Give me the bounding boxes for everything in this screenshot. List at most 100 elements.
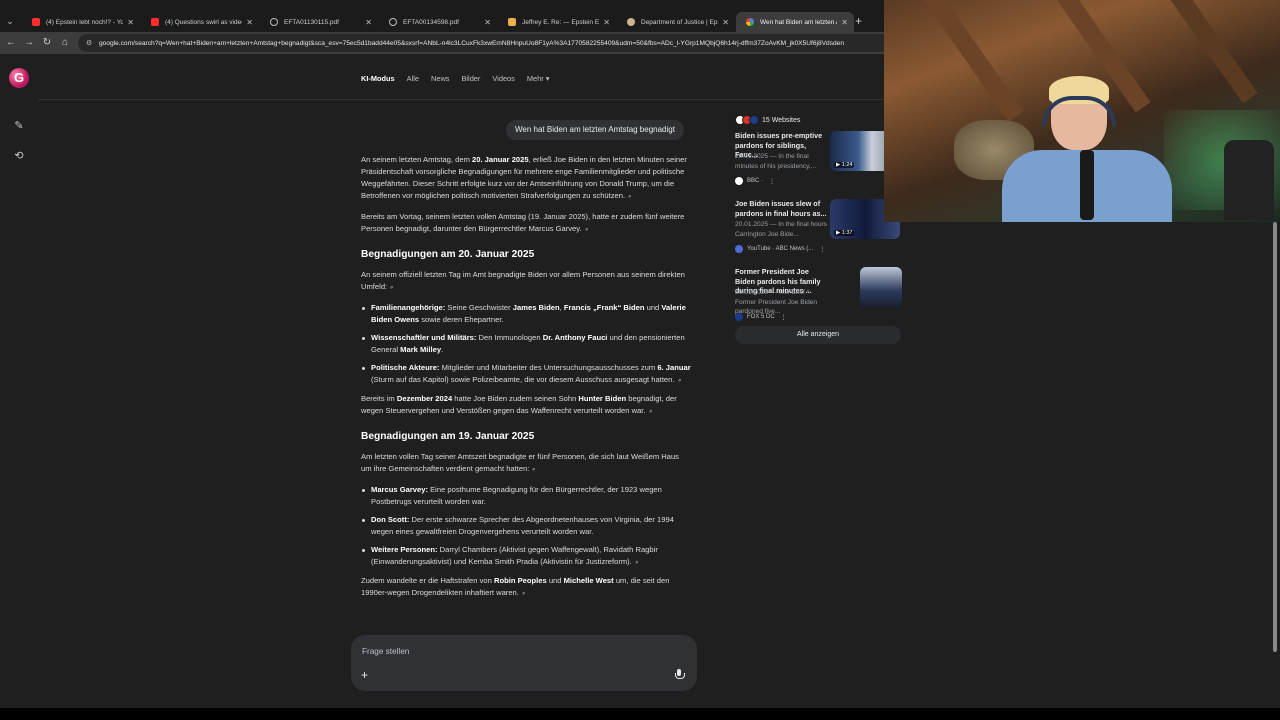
close-icon[interactable]: ✕ — [603, 18, 610, 27]
link-icon[interactable]: ⚭ — [581, 224, 593, 236]
tab-alle[interactable]: Alle — [407, 74, 419, 83]
tab-5[interactable]: Jeffrey E. Re: — Epstein Emails ✕ — [498, 12, 616, 32]
reload-icon[interactable]: ↻ — [40, 36, 54, 50]
close-icon[interactable]: ✕ — [365, 18, 372, 27]
source-card[interactable]: Biden issues pre-emptive pardons for sib… — [735, 131, 903, 199]
link-icon[interactable]: ⚭ — [625, 191, 637, 203]
tab-4[interactable]: EFTA00134598.pdf ✕ — [379, 12, 497, 32]
link-icon[interactable]: ⚭ — [387, 282, 399, 294]
tab-mehr[interactable]: Mehr ▾ — [527, 74, 550, 83]
tab-search-button[interactable]: ⌄ — [4, 14, 16, 28]
roof-beam — [1168, 0, 1258, 104]
doj-icon — [627, 18, 635, 26]
mode-nav: KI-Modus Alle News Bilder Videos Mehr ▾ — [361, 74, 561, 83]
tab-strip: ⌄ (4) Epstein lebt noch!? - YouTube ✕ (4… — [0, 0, 884, 34]
source-favicons — [735, 115, 759, 125]
google-icon — [746, 18, 754, 26]
more-icon[interactable]: ⋮ — [819, 246, 825, 253]
ai-answer: An seinem letzten Amtstag, dem 20. Janua… — [361, 154, 691, 608]
new-chat-icon[interactable]: ✎ — [12, 119, 26, 133]
section-intro-jan20: An seinem offiziell letzten Tag im Amt b… — [361, 269, 691, 294]
home-icon[interactable]: ⌂ — [58, 36, 72, 50]
tab-title: Department of Justice | Epstein — [641, 18, 718, 26]
microphone-icon[interactable] — [675, 669, 685, 680]
tab-6[interactable]: Department of Justice | Epstein ✕ — [617, 12, 735, 32]
address-bar[interactable]: ⚙ google.com/search?q=Wen+hat+Biden+am+l… — [78, 34, 884, 52]
youtube-icon — [735, 245, 743, 253]
globe-icon — [270, 18, 278, 26]
list-item: Don Scott: Der erste schwarze Sprecher d… — [361, 514, 691, 538]
site-info-icon[interactable]: ⚙ — [86, 39, 95, 47]
tab-videos[interactable]: Videos — [492, 74, 514, 83]
webcam-overlay — [884, 0, 1280, 222]
scrollbar-thumb[interactable] — [1273, 222, 1277, 652]
follow-up-box[interactable]: Frage stellen + — [351, 635, 697, 691]
back-icon[interactable]: ← — [4, 36, 18, 50]
tab-news[interactable]: News — [431, 74, 449, 83]
source-site: YouTube · ABC News (... ⋮ — [735, 245, 825, 253]
tab-1[interactable]: (4) Epstein lebt noch!? - YouTube ✕ — [22, 12, 140, 32]
forward-icon[interactable]: → — [22, 36, 36, 50]
pardon-list-jan20: Familienangehörige: Seine Geschwister Ja… — [361, 302, 691, 387]
source-favicon — [749, 115, 759, 125]
left-rail: G ✎ ⟲ — [0, 54, 38, 708]
tab-7-active[interactable]: Wen hat Biden am letzten Amts ✕ — [736, 12, 854, 32]
section-heading-jan20: Begnadigungen am 20. Januar 2025 — [361, 249, 535, 260]
answer-commuted: Zudem wandelte er die Haftstrafen von Ro… — [361, 575, 691, 600]
section-heading-jan19: Begnadigungen am 19. Januar 2025 — [361, 431, 535, 442]
tab-ki-modus[interactable]: KI-Modus — [361, 74, 395, 83]
close-icon[interactable]: ✕ — [484, 18, 491, 27]
close-icon[interactable]: ✕ — [722, 18, 729, 27]
list-item: Weitere Personen: Darryl Chambers (Aktiv… — [361, 544, 691, 569]
tab-title: EFTA01130115.pdf — [284, 18, 339, 26]
answer-intro: An seinem letzten Amtstag, dem 20. Janua… — [361, 154, 691, 203]
source-card[interactable]: Joe Biden issues slew of pardons in fina… — [735, 199, 903, 267]
tab-bilder[interactable]: Bilder — [461, 74, 480, 83]
tab-2[interactable]: (4) Questions swirl as video log ✕ — [141, 12, 259, 32]
sources-header[interactable]: 15 Websites — [735, 114, 903, 126]
url-text: google.com/search?q=Wen+hat+Biden+am+let… — [99, 39, 845, 47]
youtube-icon — [151, 18, 159, 26]
globe-icon — [389, 18, 397, 26]
tab-title: Jeffrey E. Re: — Epstein Emails — [522, 18, 600, 26]
history-icon[interactable]: ⟲ — [12, 149, 26, 163]
app-logo[interactable]: G — [9, 68, 29, 88]
close-icon[interactable]: ✕ — [246, 18, 253, 27]
link-icon[interactable]: ⚭ — [645, 406, 657, 418]
list-item: Familienangehörige: Seine Geschwister Ja… — [361, 302, 691, 326]
list-item: Marcus Garvey: Eine posthume Begnadigung… — [361, 484, 691, 508]
browser-toolbar: ← → ↻ ⌂ ⚙ google.com/search?q=Wen+hat+Bi… — [0, 32, 884, 54]
sources-panel: 15 Websites Biden issues pre-emptive par… — [735, 114, 903, 344]
page-scrollbar[interactable] — [1272, 222, 1278, 652]
link-icon[interactable]: ⚭ — [631, 557, 643, 569]
video-duration: ▶ 1:24 — [834, 162, 855, 168]
fox-icon — [735, 313, 743, 321]
roof-beam — [922, 0, 1024, 122]
pardon-list-jan19: Marcus Garvey: Eine posthume Begnadigung… — [361, 484, 691, 569]
add-button[interactable]: + — [361, 668, 368, 682]
youtube-icon — [32, 18, 40, 26]
link-icon[interactable]: ⚭ — [529, 464, 541, 476]
link-icon[interactable]: ⚭ — [674, 375, 686, 387]
more-icon[interactable]: ⋮ — [781, 314, 787, 321]
source-card[interactable]: Former President Joe Biden pardons his f… — [735, 267, 903, 335]
image-thumbnail[interactable] — [860, 267, 902, 307]
chair — [1224, 140, 1274, 220]
list-item: Politische Akteure: Mitglieder und Mitar… — [361, 362, 691, 387]
source-site: FOX 5 DC ⋮ — [735, 313, 787, 321]
more-icon[interactable]: ⋮ — [769, 178, 775, 185]
sources-count: 15 Websites — [762, 116, 801, 124]
close-icon[interactable]: ✕ — [841, 18, 848, 27]
answer-hunter: Bereits im Dezember 2024 hatte Joe Biden… — [361, 393, 691, 418]
microphone-stand — [1080, 150, 1094, 220]
ask-placeholder[interactable]: Frage stellen — [362, 647, 409, 656]
show-all-button[interactable]: Alle anzeigen — [735, 326, 901, 344]
link-icon[interactable]: ⚭ — [518, 588, 530, 600]
section-intro-jan19: Am letzten vollen Tag seiner Amtszeit be… — [361, 451, 691, 476]
close-icon[interactable]: ✕ — [127, 18, 134, 27]
source-title[interactable]: Joe Biden issues slew of pardons in fina… — [735, 199, 827, 218]
new-tab-button[interactable]: + — [855, 14, 862, 28]
coinbase-icon — [508, 18, 516, 26]
tab-3[interactable]: EFTA01130115.pdf ✕ — [260, 12, 378, 32]
bbc-icon — [735, 177, 743, 185]
